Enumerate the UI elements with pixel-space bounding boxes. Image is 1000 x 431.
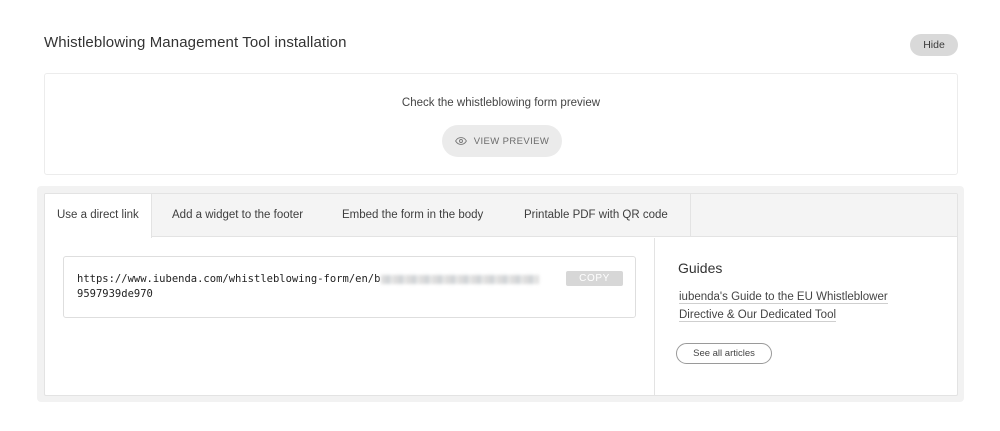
tab-footer-widget[interactable]: Add a widget to the footer: [160, 194, 315, 237]
url-end: 9597939de970: [77, 288, 153, 300]
guide-link[interactable]: iubenda's Guide to the EU Whistleblower …: [679, 288, 919, 324]
tab-printable-pdf[interactable]: Printable PDF with QR code: [512, 194, 680, 237]
guide-link-label: iubenda's Guide to the EU Whistleblower …: [679, 291, 888, 322]
hide-button[interactable]: Hide: [910, 34, 958, 56]
direct-link-url[interactable]: https://www.iubenda.com/whistleblowing-f…: [77, 272, 617, 302]
eye-icon: [454, 137, 467, 145]
preview-card: Check the whistleblowing form preview VI…: [44, 73, 958, 175]
tab-divider: [690, 194, 691, 237]
see-all-articles-button[interactable]: See all articles: [676, 343, 772, 364]
tab-direct-link[interactable]: Use a direct link: [45, 194, 152, 238]
redacted-id: [381, 274, 540, 284]
direct-link-panel: https://www.iubenda.com/whistleblowing-f…: [45, 238, 654, 395]
direct-link-box[interactable]: https://www.iubenda.com/whistleblowing-f…: [63, 256, 636, 318]
section-header: Whistleblowing Management Tool installat…: [44, 32, 958, 56]
view-preview-label: VIEW PREVIEW: [473, 135, 550, 147]
guides-title: Guides: [678, 260, 723, 276]
preview-description: Check the whistleblowing form preview: [401, 97, 601, 109]
tab-embed-form[interactable]: Embed the form in the body: [330, 194, 495, 237]
guides-panel: Guides iubenda's Guide to the EU Whistle…: [654, 238, 957, 395]
url-start: https://www.iubenda.com/whistleblowing-f…: [77, 273, 381, 285]
installation-tabs-container: Use a direct link Add a widget to the fo…: [37, 186, 964, 402]
tab-bar: Use a direct link Add a widget to the fo…: [45, 194, 957, 238]
view-preview-button[interactable]: VIEW PREVIEW: [442, 125, 562, 157]
installation-tabs-panel: Use a direct link Add a widget to the fo…: [44, 193, 958, 396]
copy-button[interactable]: COPY: [566, 271, 623, 286]
page-title: Whistleblowing Management Tool installat…: [44, 34, 347, 51]
